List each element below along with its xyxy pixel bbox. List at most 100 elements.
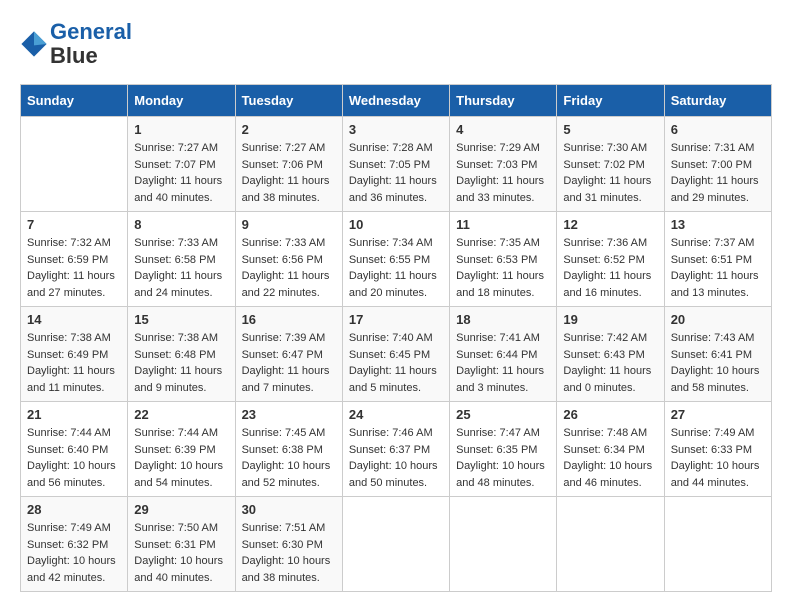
day-number: 17 bbox=[349, 312, 443, 327]
calendar-cell: 9 Sunrise: 7:33 AM Sunset: 6:56 PM Dayli… bbox=[235, 212, 342, 307]
daylight-text: Daylight: 11 hours and 16 minutes. bbox=[563, 270, 651, 299]
day-number: 24 bbox=[349, 407, 443, 422]
daylight-text: Daylight: 10 hours and 38 minutes. bbox=[242, 555, 331, 584]
calendar-cell: 7 Sunrise: 7:32 AM Sunset: 6:59 PM Dayli… bbox=[21, 212, 128, 307]
calendar-cell: 13 Sunrise: 7:37 AM Sunset: 6:51 PM Dayl… bbox=[664, 212, 771, 307]
day-header-thursday: Thursday bbox=[450, 85, 557, 117]
sunrise-text: Sunrise: 7:37 AM bbox=[671, 237, 755, 249]
sunset-text: Sunset: 6:31 PM bbox=[134, 539, 215, 551]
calendar-cell: 17 Sunrise: 7:40 AM Sunset: 6:45 PM Dayl… bbox=[342, 307, 449, 402]
sunset-text: Sunset: 6:56 PM bbox=[242, 254, 323, 266]
sunset-text: Sunset: 7:06 PM bbox=[242, 159, 323, 171]
daylight-text: Daylight: 10 hours and 46 minutes. bbox=[563, 460, 652, 489]
sunset-text: Sunset: 6:32 PM bbox=[27, 539, 108, 551]
day-number: 8 bbox=[134, 217, 228, 232]
day-number: 23 bbox=[242, 407, 336, 422]
day-number: 9 bbox=[242, 217, 336, 232]
sunset-text: Sunset: 6:49 PM bbox=[27, 349, 108, 361]
day-detail: Sunrise: 7:27 AM Sunset: 7:07 PM Dayligh… bbox=[134, 140, 228, 206]
calendar-cell: 2 Sunrise: 7:27 AM Sunset: 7:06 PM Dayli… bbox=[235, 117, 342, 212]
sunset-text: Sunset: 7:07 PM bbox=[134, 159, 215, 171]
calendar-cell: 14 Sunrise: 7:38 AM Sunset: 6:49 PM Dayl… bbox=[21, 307, 128, 402]
sunset-text: Sunset: 6:53 PM bbox=[456, 254, 537, 266]
day-detail: Sunrise: 7:33 AM Sunset: 6:56 PM Dayligh… bbox=[242, 235, 336, 301]
sunrise-text: Sunrise: 7:35 AM bbox=[456, 237, 540, 249]
daylight-text: Daylight: 11 hours and 40 minutes. bbox=[134, 175, 222, 204]
day-header-friday: Friday bbox=[557, 85, 664, 117]
day-number: 18 bbox=[456, 312, 550, 327]
sunset-text: Sunset: 6:41 PM bbox=[671, 349, 752, 361]
sunset-text: Sunset: 7:00 PM bbox=[671, 159, 752, 171]
daylight-text: Daylight: 11 hours and 0 minutes. bbox=[563, 365, 651, 394]
daylight-text: Daylight: 11 hours and 5 minutes. bbox=[349, 365, 437, 394]
calendar-cell: 15 Sunrise: 7:38 AM Sunset: 6:48 PM Dayl… bbox=[128, 307, 235, 402]
daylight-text: Daylight: 11 hours and 31 minutes. bbox=[563, 175, 651, 204]
day-detail: Sunrise: 7:35 AM Sunset: 6:53 PM Dayligh… bbox=[456, 235, 550, 301]
day-number: 29 bbox=[134, 502, 228, 517]
sunset-text: Sunset: 7:05 PM bbox=[349, 159, 430, 171]
sunset-text: Sunset: 7:03 PM bbox=[456, 159, 537, 171]
calendar-cell: 28 Sunrise: 7:49 AM Sunset: 6:32 PM Dayl… bbox=[21, 497, 128, 592]
daylight-text: Daylight: 11 hours and 38 minutes. bbox=[242, 175, 330, 204]
daylight-text: Daylight: 10 hours and 58 minutes. bbox=[671, 365, 760, 394]
day-header-monday: Monday bbox=[128, 85, 235, 117]
calendar-cell: 16 Sunrise: 7:39 AM Sunset: 6:47 PM Dayl… bbox=[235, 307, 342, 402]
day-detail: Sunrise: 7:43 AM Sunset: 6:41 PM Dayligh… bbox=[671, 330, 765, 396]
daylight-text: Daylight: 11 hours and 27 minutes. bbox=[27, 270, 115, 299]
sunrise-text: Sunrise: 7:50 AM bbox=[134, 522, 218, 534]
day-detail: Sunrise: 7:48 AM Sunset: 6:34 PM Dayligh… bbox=[563, 425, 657, 491]
day-number: 26 bbox=[563, 407, 657, 422]
daylight-text: Daylight: 10 hours and 56 minutes. bbox=[27, 460, 116, 489]
sunset-text: Sunset: 6:51 PM bbox=[671, 254, 752, 266]
day-number: 14 bbox=[27, 312, 121, 327]
calendar-week-row: 14 Sunrise: 7:38 AM Sunset: 6:49 PM Dayl… bbox=[21, 307, 772, 402]
day-number: 3 bbox=[349, 122, 443, 137]
day-detail: Sunrise: 7:45 AM Sunset: 6:38 PM Dayligh… bbox=[242, 425, 336, 491]
day-number: 20 bbox=[671, 312, 765, 327]
calendar-cell bbox=[664, 497, 771, 592]
daylight-text: Daylight: 11 hours and 11 minutes. bbox=[27, 365, 115, 394]
day-detail: Sunrise: 7:49 AM Sunset: 6:33 PM Dayligh… bbox=[671, 425, 765, 491]
calendar-header-row: SundayMondayTuesdayWednesdayThursdayFrid… bbox=[21, 85, 772, 117]
day-detail: Sunrise: 7:30 AM Sunset: 7:02 PM Dayligh… bbox=[563, 140, 657, 206]
daylight-text: Daylight: 10 hours and 42 minutes. bbox=[27, 555, 116, 584]
sunrise-text: Sunrise: 7:30 AM bbox=[563, 142, 647, 154]
calendar-cell bbox=[342, 497, 449, 592]
daylight-text: Daylight: 10 hours and 48 minutes. bbox=[456, 460, 545, 489]
sunrise-text: Sunrise: 7:38 AM bbox=[27, 332, 111, 344]
sunrise-text: Sunrise: 7:29 AM bbox=[456, 142, 540, 154]
daylight-text: Daylight: 11 hours and 13 minutes. bbox=[671, 270, 759, 299]
calendar-week-row: 7 Sunrise: 7:32 AM Sunset: 6:59 PM Dayli… bbox=[21, 212, 772, 307]
day-number: 19 bbox=[563, 312, 657, 327]
calendar-cell: 20 Sunrise: 7:43 AM Sunset: 6:41 PM Dayl… bbox=[664, 307, 771, 402]
day-number: 6 bbox=[671, 122, 765, 137]
calendar-week-row: 28 Sunrise: 7:49 AM Sunset: 6:32 PM Dayl… bbox=[21, 497, 772, 592]
sunrise-text: Sunrise: 7:36 AM bbox=[563, 237, 647, 249]
sunrise-text: Sunrise: 7:31 AM bbox=[671, 142, 755, 154]
day-detail: Sunrise: 7:50 AM Sunset: 6:31 PM Dayligh… bbox=[134, 520, 228, 586]
calendar-cell: 25 Sunrise: 7:47 AM Sunset: 6:35 PM Dayl… bbox=[450, 402, 557, 497]
day-detail: Sunrise: 7:49 AM Sunset: 6:32 PM Dayligh… bbox=[27, 520, 121, 586]
sunset-text: Sunset: 6:39 PM bbox=[134, 444, 215, 456]
calendar-cell: 27 Sunrise: 7:49 AM Sunset: 6:33 PM Dayl… bbox=[664, 402, 771, 497]
day-number: 4 bbox=[456, 122, 550, 137]
sunset-text: Sunset: 6:34 PM bbox=[563, 444, 644, 456]
day-detail: Sunrise: 7:37 AM Sunset: 6:51 PM Dayligh… bbox=[671, 235, 765, 301]
sunrise-text: Sunrise: 7:40 AM bbox=[349, 332, 433, 344]
sunset-text: Sunset: 6:45 PM bbox=[349, 349, 430, 361]
logo-icon bbox=[20, 30, 48, 58]
day-number: 15 bbox=[134, 312, 228, 327]
calendar-cell bbox=[450, 497, 557, 592]
day-detail: Sunrise: 7:28 AM Sunset: 7:05 PM Dayligh… bbox=[349, 140, 443, 206]
calendar-cell: 12 Sunrise: 7:36 AM Sunset: 6:52 PM Dayl… bbox=[557, 212, 664, 307]
day-detail: Sunrise: 7:27 AM Sunset: 7:06 PM Dayligh… bbox=[242, 140, 336, 206]
daylight-text: Daylight: 11 hours and 7 minutes. bbox=[242, 365, 330, 394]
sunrise-text: Sunrise: 7:42 AM bbox=[563, 332, 647, 344]
day-number: 10 bbox=[349, 217, 443, 232]
calendar-cell: 4 Sunrise: 7:29 AM Sunset: 7:03 PM Dayli… bbox=[450, 117, 557, 212]
day-detail: Sunrise: 7:32 AM Sunset: 6:59 PM Dayligh… bbox=[27, 235, 121, 301]
daylight-text: Daylight: 11 hours and 20 minutes. bbox=[349, 270, 437, 299]
day-number: 16 bbox=[242, 312, 336, 327]
sunrise-text: Sunrise: 7:47 AM bbox=[456, 427, 540, 439]
day-number: 25 bbox=[456, 407, 550, 422]
